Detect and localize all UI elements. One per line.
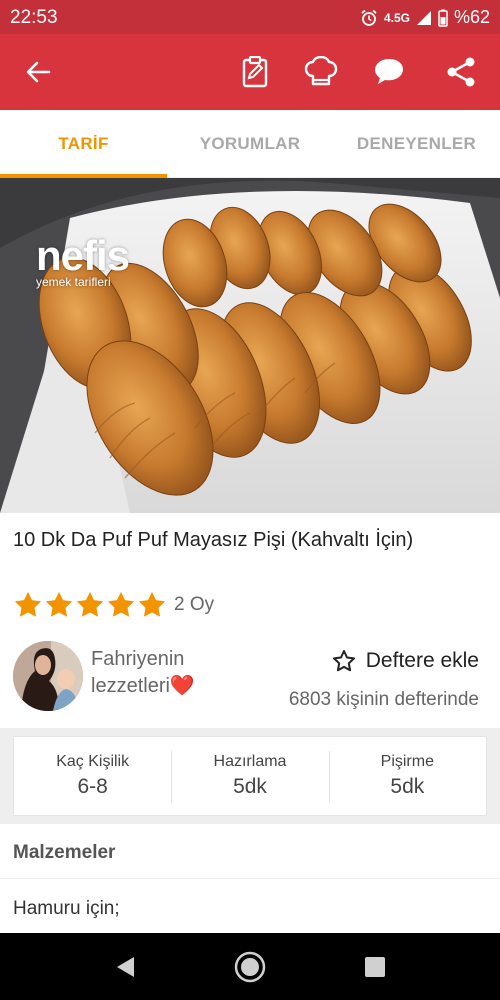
prep-time-label: Hazırlama xyxy=(213,753,287,770)
star-outline-icon xyxy=(332,650,355,672)
star-icon xyxy=(45,591,73,617)
tab-recipe[interactable]: TARİF xyxy=(0,110,167,178)
servings-value: 6-8 xyxy=(77,775,108,798)
author-name[interactable]: Fahriyenin lezzetleri❤️ xyxy=(91,646,231,700)
servings-label: Kaç Kişilik xyxy=(56,753,130,770)
tab-comments[interactable]: YORUMLAR xyxy=(167,110,333,178)
recipe-title: 10 Dk Da Puf Puf Mayasız Pişi (Kahvaltı … xyxy=(13,529,414,551)
prep-time-info: Hazırlama 5dk xyxy=(171,737,328,815)
cook-time-label: Pişirme xyxy=(380,753,434,770)
signal-icon xyxy=(416,10,432,26)
comment-icon[interactable] xyxy=(371,54,407,90)
rating-count: 2 Oy xyxy=(174,594,215,615)
star-icon xyxy=(76,591,104,617)
star-icon xyxy=(14,591,42,617)
back-triangle-icon[interactable] xyxy=(107,949,143,985)
cook-time-info: Pişirme 5dk xyxy=(328,737,486,815)
app-bar xyxy=(0,34,500,110)
add-to-notebook-button[interactable]: Deftere ekle xyxy=(332,644,479,678)
alarm-icon xyxy=(360,9,378,27)
author-avatar[interactable] xyxy=(13,641,83,711)
battery-icon xyxy=(438,9,448,27)
recipe-info-card: Kaç Kişilik 6-8 Hazırlama 5dk Pişirme 5d… xyxy=(13,736,487,816)
ingredients-title: Malzemeler xyxy=(13,842,116,863)
recipe-info-section: Kaç Kişilik 6-8 Hazırlama 5dk Pişirme 5d… xyxy=(0,728,500,824)
status-time: 22:53 xyxy=(10,7,58,28)
home-circle-icon[interactable] xyxy=(232,949,268,985)
recipe-photo-art xyxy=(0,178,500,513)
prep-time-value: 5dk xyxy=(233,775,267,798)
back-arrow-icon[interactable] xyxy=(20,54,56,90)
watermark-logo: nefis yemek tarifleri xyxy=(36,232,130,289)
tab-bar: TARİF YORUMLAR DENEYENLER xyxy=(0,110,500,178)
tab-tried[interactable]: DENEYENLER xyxy=(333,110,500,178)
star-icon xyxy=(138,591,166,617)
avatar-image xyxy=(13,641,83,711)
chef-hat-icon[interactable] xyxy=(303,54,339,90)
add-to-notebook-label: Deftere ekle xyxy=(365,649,479,672)
notebook-count: 6803 kişinin defterinde xyxy=(288,689,479,710)
shopping-list-icon[interactable] xyxy=(237,54,273,90)
status-icons: 4.5G %62 xyxy=(360,7,490,28)
star-icon xyxy=(107,591,135,617)
share-icon[interactable] xyxy=(443,54,479,90)
recents-square-icon[interactable] xyxy=(357,949,393,985)
rating[interactable]: 2 Oy xyxy=(13,590,214,620)
ingredient-group-heading: Hamuru için; xyxy=(13,898,120,919)
battery-percent: %62 xyxy=(453,7,490,27)
logo-text: nefis xyxy=(36,232,130,279)
section-divider xyxy=(0,878,500,879)
author-name-emoji: ❤️ xyxy=(169,675,195,697)
cook-time-value: 5dk xyxy=(390,775,425,798)
status-bar: 22:53 4.5G %62 xyxy=(0,0,500,34)
recipe-photo[interactable]: nefis yemek tarifleri xyxy=(0,178,500,513)
network-type: 4.5G xyxy=(383,10,410,25)
system-nav-bar xyxy=(0,933,500,1000)
servings-info: Kaç Kişilik 6-8 xyxy=(14,737,171,815)
